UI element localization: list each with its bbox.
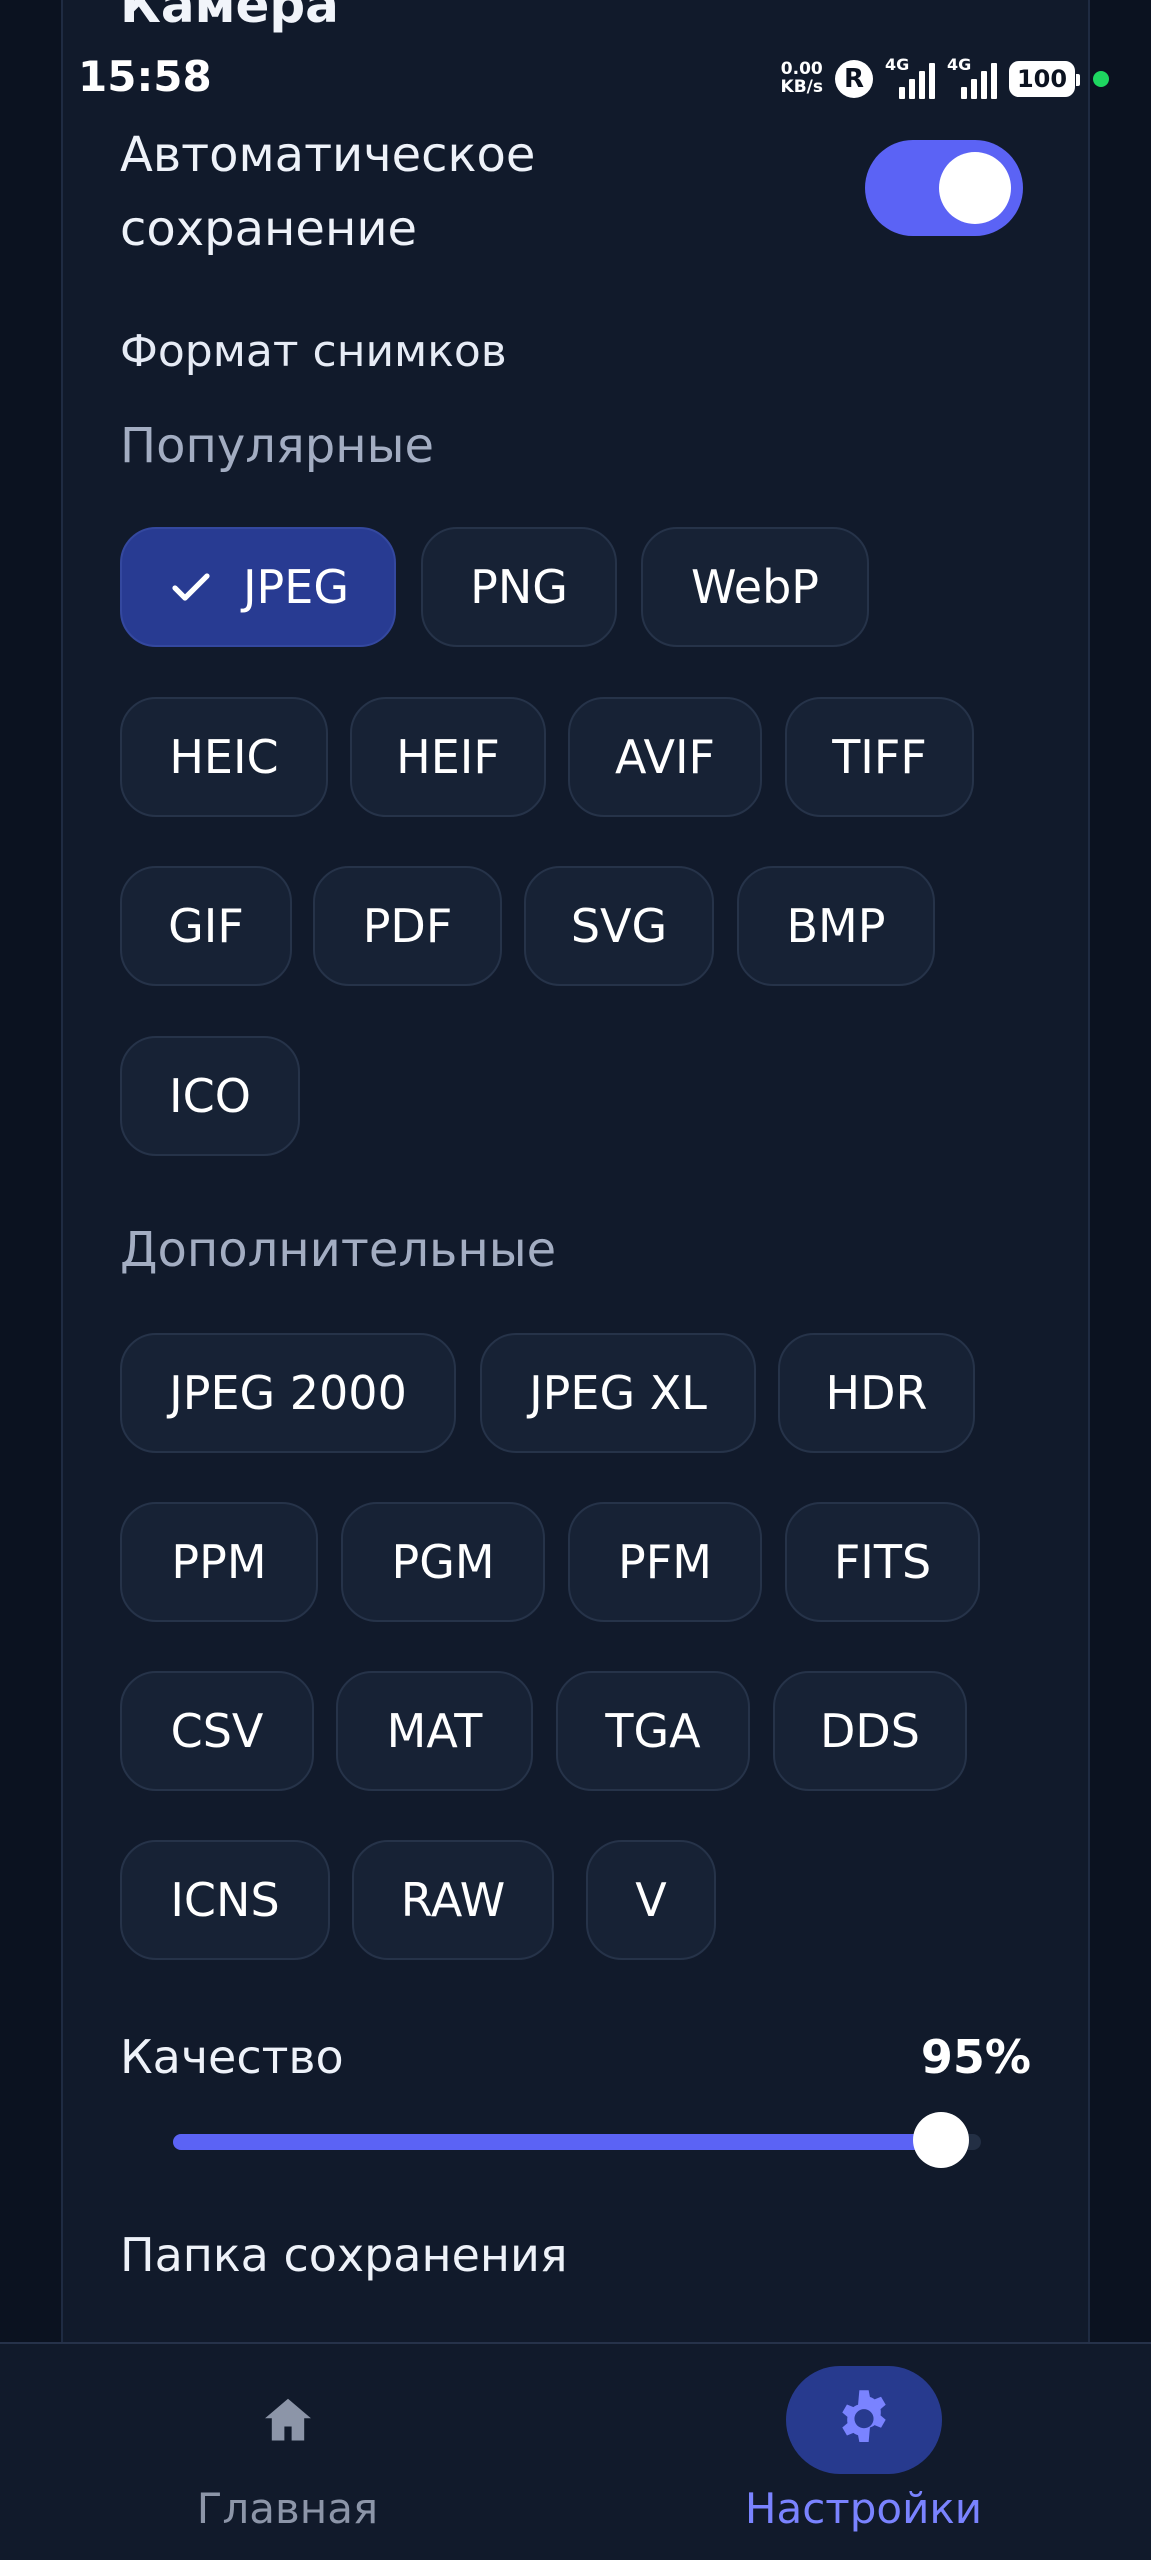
chip-label: FITS	[833, 1535, 932, 1589]
chip-mat[interactable]: MAT	[336, 1671, 533, 1791]
chip-label: JPEG 2000	[169, 1366, 407, 1420]
chip-csv[interactable]: CSV	[120, 1671, 314, 1791]
chip-label: HEIF	[396, 730, 500, 784]
chip-heif[interactable]: HEIF	[350, 697, 546, 817]
battery-icon: 100	[1009, 61, 1080, 97]
chip-svg[interactable]: SVG	[524, 866, 714, 986]
chip-label: HDR	[825, 1366, 928, 1420]
chip-label: PDF	[362, 899, 453, 953]
chip-pdf[interactable]: PDF	[313, 866, 502, 986]
chip-label: CSV	[170, 1704, 264, 1758]
chip-label: PGM	[391, 1535, 495, 1589]
chip-label: SVG	[570, 899, 668, 953]
chip-label: DDS	[819, 1704, 921, 1758]
chip-heic[interactable]: HEIC	[120, 697, 328, 817]
status-time: 15:58	[78, 52, 212, 101]
chip-label: JPEG	[242, 560, 349, 614]
chip-label: AVIF	[614, 730, 716, 784]
format-label: Формат снимков	[120, 326, 507, 377]
nav-item-home[interactable]: Главная	[0, 2344, 575, 2560]
chip-label: PNG	[470, 560, 568, 614]
quality-value: 95%	[920, 2030, 1031, 2084]
chip-tga[interactable]: TGA	[556, 1671, 750, 1791]
chip-dds[interactable]: DDS	[773, 1671, 967, 1791]
chip-label: MAT	[386, 1704, 483, 1758]
chip-raw[interactable]: RAW	[352, 1840, 554, 1960]
nav-settings-label: Настройки	[744, 2484, 983, 2533]
bottom-navigation: Главная Настройки	[0, 2342, 1151, 2560]
chip-label: RAW	[400, 1873, 506, 1927]
nav-settings-icon-wrap	[785, 2366, 942, 2474]
chip-label: V	[635, 1873, 667, 1927]
section-title: Камера	[120, 0, 339, 34]
chip-avif[interactable]: AVIF	[568, 697, 762, 817]
auto-save-toggle[interactable]	[865, 140, 1023, 236]
quality-label: Качество	[120, 2030, 344, 2084]
network-speed: 0.00 KB/s	[780, 60, 823, 97]
status-bar: 15:58 0.00 KB/s R 4G 4G 100	[0, 46, 1151, 116]
chip-icns[interactable]: ICNS	[120, 1840, 330, 1960]
gear-icon	[841, 2390, 886, 2442]
chip-bmp[interactable]: BMP	[737, 866, 935, 986]
signal-sim2-icon: 4G	[947, 55, 997, 99]
extra-group-title: Дополнительные	[120, 1222, 557, 1278]
status-icons: 0.00 KB/s R 4G 4G 100	[781, 54, 1109, 104]
privacy-indicator-dot	[1093, 71, 1109, 87]
chip-fits[interactable]: FITS	[785, 1502, 980, 1622]
sim1-network-label: 4G	[885, 55, 910, 74]
chip-label: PFM	[618, 1535, 712, 1589]
chip-jpeg-xl[interactable]: JPEG XL	[480, 1333, 756, 1453]
check-icon	[172, 573, 210, 601]
quality-slider-fill	[173, 2134, 941, 2150]
chip-ppm[interactable]: PPM	[120, 1502, 318, 1622]
chip-label: HEIC	[169, 730, 279, 784]
nav-item-settings[interactable]: Настройки	[576, 2344, 1151, 2560]
quality-slider[interactable]	[173, 2112, 981, 2168]
chip-label: BMP	[786, 899, 886, 953]
chip-pgm[interactable]: PGM	[341, 1502, 545, 1622]
toggle-knob	[939, 152, 1011, 224]
chip-tiff[interactable]: TIFF	[785, 697, 974, 817]
chip-label: TGA	[605, 1704, 701, 1758]
chip-hdr[interactable]: HDR	[778, 1333, 975, 1453]
chip-pfm[interactable]: PFM	[568, 1502, 762, 1622]
nav-home-icon-wrap	[210, 2366, 366, 2474]
home-icon	[264, 2398, 311, 2441]
chip-jpeg-2000[interactable]: JPEG 2000	[120, 1333, 456, 1453]
chip-label: ICO	[169, 1069, 251, 1123]
chip-v[interactable]: V	[586, 1840, 716, 1960]
chip-jpeg[interactable]: JPEG	[120, 527, 396, 647]
signal-sim1-icon: 4G	[885, 55, 935, 99]
auto-save-label: Автоматическое сохранение	[120, 127, 536, 257]
quality-slider-thumb[interactable]	[912, 2112, 969, 2168]
chip-png[interactable]: PNG	[421, 527, 617, 647]
chip-gif[interactable]: GIF	[120, 866, 292, 986]
chip-label: WebP	[690, 560, 820, 614]
network-speed-unit: KB/s	[780, 77, 823, 97]
screen: Камера Автоматическое сохранение Формат …	[0, 0, 1151, 2560]
sim2-network-label: 4G	[947, 55, 972, 74]
chip-label: TIFF	[832, 730, 927, 784]
battery-level: 100	[1016, 65, 1068, 93]
chip-label: JPEG XL	[529, 1366, 707, 1420]
roaming-icon: R	[835, 60, 873, 98]
chip-label: PPM	[171, 1535, 267, 1589]
chip-ico[interactable]: ICO	[120, 1036, 300, 1156]
chip-webp[interactable]: WebP	[641, 527, 869, 647]
chip-label: GIF	[168, 899, 244, 953]
nav-home-label: Главная	[196, 2484, 379, 2533]
popular-group-title: Популярные	[120, 418, 435, 474]
camera-settings-card: Камера Автоматическое сохранение Формат …	[61, 0, 1090, 2342]
save-folder-label: Папка сохранения	[120, 2228, 568, 2282]
chip-label: ICNS	[170, 1873, 280, 1927]
